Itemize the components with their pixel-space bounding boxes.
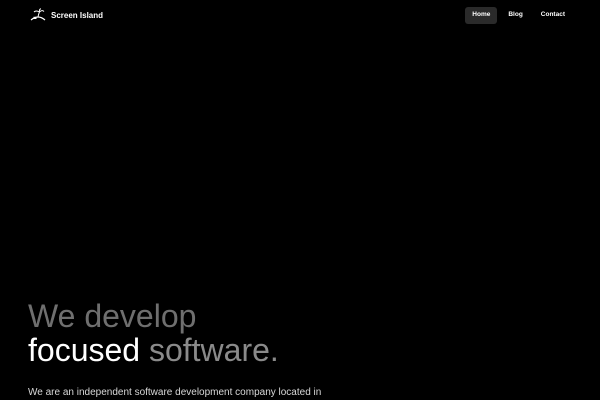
site-header: Screen Island Home Blog Contact <box>0 0 600 32</box>
page: Screen Island Home Blog Contact We devel… <box>0 0 600 400</box>
intro-paragraph: We are an independent software developme… <box>28 387 322 398</box>
main-nav: Home Blog Contact <box>465 7 572 24</box>
hero-heading-line2: focused software. <box>28 334 279 366</box>
nav-home[interactable]: Home <box>465 7 498 24</box>
brand-link[interactable]: Screen Island <box>30 8 103 22</box>
brand-name: Screen Island <box>51 10 104 20</box>
island-logo-icon <box>30 8 46 22</box>
hero-heading-line1: We develop <box>28 298 197 334</box>
hero-emphasis: focused <box>28 332 141 368</box>
nav-contact[interactable]: Contact <box>534 7 572 24</box>
hero-rest: software. <box>140 332 279 368</box>
nav-blog[interactable]: Blog <box>501 7 529 24</box>
